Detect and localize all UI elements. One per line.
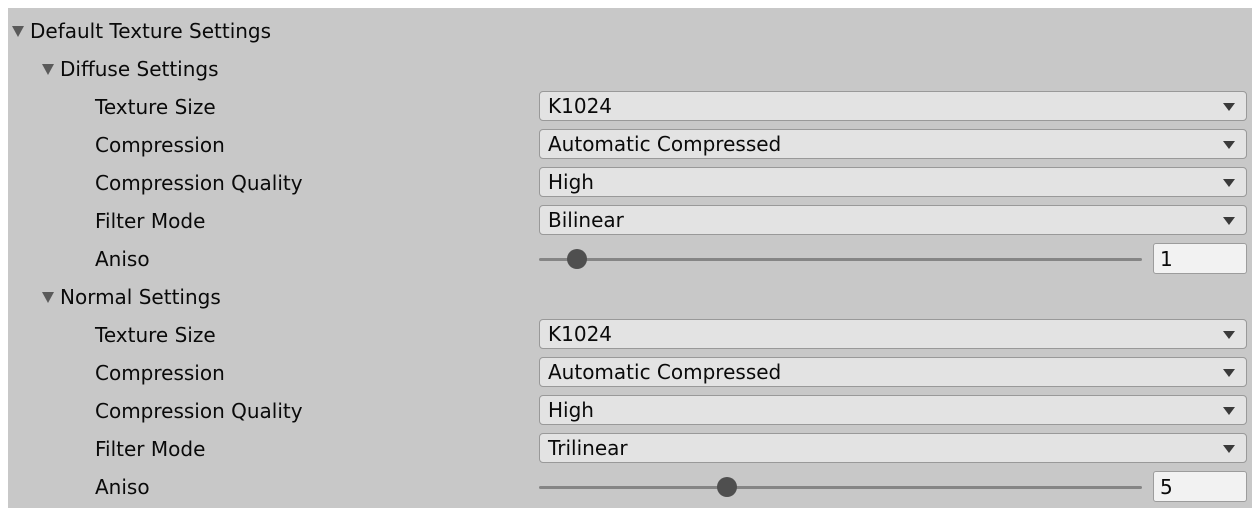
normal-filter-mode-dropdown[interactable]: Trilinear (539, 433, 1247, 463)
dropdown-arrow-icon (1223, 179, 1235, 187)
normal-settings-title: Normal Settings (60, 285, 221, 309)
normal-aniso-label: Aniso (95, 475, 150, 499)
diffuse-filter-mode-value: Bilinear (548, 208, 624, 232)
normal-texture-size-label: Texture Size (95, 323, 216, 347)
dropdown-arrow-icon (1223, 217, 1235, 225)
diffuse-compression-quality-row: Compression Quality High (8, 164, 1252, 202)
normal-compression-row: Compression Automatic Compressed (8, 354, 1252, 392)
triangle-down-icon (42, 63, 54, 75)
normal-compression-quality-row: Compression Quality High (8, 392, 1252, 430)
normal-aniso-row: Aniso (8, 468, 1252, 506)
diffuse-compression-quality-label: Compression Quality (95, 171, 303, 195)
diffuse-aniso-label: Aniso (95, 247, 150, 271)
diffuse-compression-dropdown[interactable]: Automatic Compressed (539, 129, 1247, 159)
diffuse-aniso-field[interactable] (1153, 243, 1247, 274)
normal-filter-mode-value: Trilinear (548, 436, 628, 460)
normal-texture-size-value: K1024 (548, 322, 613, 346)
diffuse-aniso-row: Aniso (8, 240, 1252, 278)
normal-aniso-slider[interactable] (539, 468, 1142, 506)
normal-compression-dropdown[interactable]: Automatic Compressed (539, 357, 1247, 387)
default-texture-settings-row: Default Texture Settings (8, 12, 1252, 50)
normal-settings-row: Normal Settings (8, 278, 1252, 316)
normal-settings-foldout[interactable]: Normal Settings (42, 278, 221, 316)
normal-compression-quality-dropdown[interactable]: High (539, 395, 1247, 425)
normal-texture-size-row: Texture Size K1024 (8, 316, 1252, 354)
triangle-down-icon (42, 291, 54, 303)
diffuse-compression-quality-dropdown[interactable]: High (539, 167, 1247, 197)
slider-thumb[interactable] (566, 249, 587, 269)
dropdown-arrow-icon (1223, 331, 1235, 339)
slider-track (539, 486, 1142, 489)
diffuse-filter-mode-label: Filter Mode (95, 209, 206, 233)
diffuse-texture-size-row: Texture Size K1024 (8, 88, 1252, 126)
diffuse-texture-size-label: Texture Size (95, 95, 216, 119)
diffuse-compression-quality-value: High (548, 170, 594, 194)
diffuse-compression-label: Compression (95, 133, 225, 157)
diffuse-texture-size-value: K1024 (548, 94, 613, 118)
dropdown-arrow-icon (1223, 407, 1235, 415)
normal-compression-quality-value: High (548, 398, 594, 422)
diffuse-settings-foldout[interactable]: Diffuse Settings (42, 50, 219, 88)
diffuse-texture-size-dropdown[interactable]: K1024 (539, 91, 1247, 121)
diffuse-aniso-slider[interactable] (539, 240, 1142, 278)
diffuse-settings-row: Diffuse Settings (8, 50, 1252, 88)
triangle-down-icon (12, 25, 24, 37)
dropdown-arrow-icon (1223, 369, 1235, 377)
slider-thumb[interactable] (717, 477, 738, 497)
inspector-panel: Default Texture Settings Diffuse Setting… (8, 8, 1252, 508)
dropdown-arrow-icon (1223, 141, 1235, 149)
normal-texture-size-dropdown[interactable]: K1024 (539, 319, 1247, 349)
default-texture-settings-foldout[interactable]: Default Texture Settings (12, 12, 271, 50)
slider-track (539, 258, 1142, 261)
normal-aniso-field[interactable] (1153, 471, 1247, 502)
diffuse-filter-mode-dropdown[interactable]: Bilinear (539, 205, 1247, 235)
diffuse-filter-mode-row: Filter Mode Bilinear (8, 202, 1252, 240)
dropdown-arrow-icon (1223, 103, 1235, 111)
diffuse-settings-title: Diffuse Settings (60, 57, 219, 81)
normal-filter-mode-label: Filter Mode (95, 437, 206, 461)
diffuse-compression-row: Compression Automatic Compressed (8, 126, 1252, 164)
diffuse-compression-value: Automatic Compressed (548, 132, 782, 156)
normal-compression-quality-label: Compression Quality (95, 399, 303, 423)
normal-filter-mode-row: Filter Mode Trilinear (8, 430, 1252, 468)
normal-compression-label: Compression (95, 361, 225, 385)
normal-compression-value: Automatic Compressed (548, 360, 782, 384)
default-texture-settings-title: Default Texture Settings (30, 19, 272, 43)
dropdown-arrow-icon (1223, 445, 1235, 453)
